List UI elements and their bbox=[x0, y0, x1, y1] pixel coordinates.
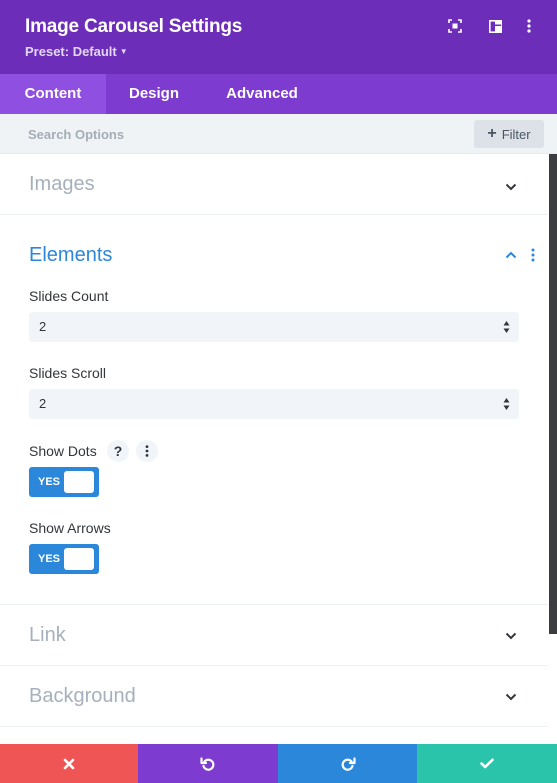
check-icon bbox=[480, 758, 494, 769]
tab-design[interactable]: Design bbox=[106, 74, 202, 114]
toggle-knob bbox=[64, 548, 94, 570]
slides-count-value: 2 bbox=[39, 319, 47, 334]
preset-label: Preset: Default bbox=[25, 44, 117, 59]
more-vertical-icon[interactable] bbox=[520, 17, 538, 35]
section-options-icon[interactable] bbox=[526, 248, 540, 262]
undo-button[interactable] bbox=[138, 744, 278, 783]
section-divider bbox=[0, 726, 548, 727]
chevron-down-icon[interactable] bbox=[504, 690, 518, 704]
help-icon[interactable]: ? bbox=[107, 440, 129, 462]
slides-scroll-select[interactable]: 2 bbox=[29, 389, 519, 419]
section-background-title[interactable]: Background bbox=[29, 685, 136, 708]
modal-title: Image Carousel Settings bbox=[25, 16, 243, 37]
cancel-button[interactable] bbox=[0, 744, 138, 783]
section-divider bbox=[0, 604, 548, 605]
slides-scroll-label: Slides Scroll bbox=[29, 365, 107, 381]
section-divider bbox=[0, 665, 548, 666]
chevron-down-icon[interactable] bbox=[504, 180, 518, 194]
section-images-title[interactable]: Images bbox=[29, 173, 95, 196]
redo-button[interactable] bbox=[278, 744, 417, 783]
field-options-icon[interactable] bbox=[136, 440, 158, 462]
tab-bar: Content Design Advanced bbox=[0, 74, 557, 114]
section-divider bbox=[0, 214, 548, 215]
section-link-title[interactable]: Link bbox=[29, 624, 66, 647]
caret-down-icon: ▼ bbox=[119, 47, 128, 56]
filter-label: Filter bbox=[501, 126, 531, 142]
undo-icon bbox=[200, 756, 215, 771]
split-view-icon[interactable] bbox=[486, 17, 504, 35]
show-arrows-label: Show Arrows bbox=[29, 520, 111, 536]
settings-header: Image Carousel Settings Preset: Default ▼ bbox=[0, 0, 557, 74]
slides-count-select[interactable]: 2 bbox=[29, 312, 519, 342]
action-footer bbox=[0, 744, 557, 783]
expand-icon[interactable] bbox=[446, 17, 464, 35]
section-elements-title[interactable]: Elements bbox=[29, 244, 112, 267]
close-icon bbox=[63, 758, 75, 769]
toggle-state-label: YES bbox=[38, 553, 61, 565]
show-arrows-toggle[interactable]: YES bbox=[29, 544, 99, 574]
select-arrows-icon bbox=[503, 398, 510, 410]
filter-button[interactable]: + Filter bbox=[474, 120, 544, 148]
scrollbar[interactable] bbox=[549, 154, 557, 634]
chevron-up-icon[interactable] bbox=[504, 248, 518, 262]
toggle-knob bbox=[64, 471, 94, 493]
show-dots-toggle[interactable]: YES bbox=[29, 467, 99, 497]
redo-icon bbox=[341, 756, 356, 771]
tab-advanced[interactable]: Advanced bbox=[202, 74, 322, 114]
slides-count-label: Slides Count bbox=[29, 288, 109, 304]
slides-scroll-value: 2 bbox=[39, 396, 47, 411]
show-dots-label: Show Dots bbox=[29, 443, 97, 459]
preset-selector[interactable]: Preset: Default ▼ bbox=[25, 44, 128, 59]
tab-content[interactable]: Content bbox=[0, 74, 106, 114]
select-arrows-icon bbox=[503, 321, 510, 333]
search-input[interactable] bbox=[28, 114, 428, 154]
save-button[interactable] bbox=[417, 744, 557, 783]
plus-icon: + bbox=[487, 125, 497, 142]
toggle-state-label: YES bbox=[38, 476, 61, 488]
chevron-down-icon[interactable] bbox=[504, 629, 518, 643]
